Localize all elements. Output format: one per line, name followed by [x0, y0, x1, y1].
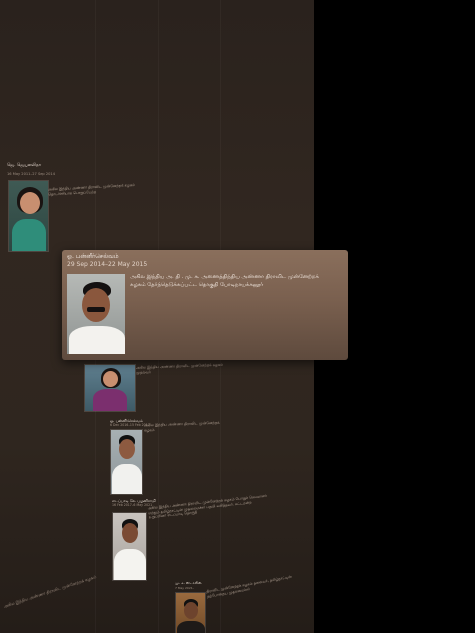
- portrait-photo[interactable]: [84, 364, 136, 412]
- card-date: 29 Sep 2014–22 May 2015: [67, 261, 148, 268]
- entry-date: 7 May 2021–: [175, 586, 195, 590]
- portrait-photo[interactable]: [8, 180, 49, 252]
- card-description: அகில இந்திய அ. தி . மு. க. அணைத்திந்திய …: [130, 274, 319, 288]
- entry-description: அகில இந்திய அண்ணா திராவிட முன்னேற்றக் கழ…: [147, 493, 268, 520]
- entry-description: அகில இந்திய அண்ணா திராவிட முன்னேற்றக் கழ…: [135, 362, 224, 375]
- detail-card[interactable]: ஓ. பன்னீர்செல்வம் 29 Sep 2014–22 May 201…: [62, 250, 348, 360]
- timeline-axis-label: அகில இந்திய அண்ணா திராவிட முன்னேற்றக் கழ…: [3, 574, 97, 609]
- entry-description: அகில இந்திய அண்ணா திராவிட முன்னேற்றக் கழ…: [143, 420, 220, 432]
- entry-date: 16 May 2011–27 Sep 2014: [7, 172, 56, 176]
- card-portrait-photo[interactable]: [67, 274, 125, 354]
- portrait-photo[interactable]: [175, 592, 206, 633]
- entry-date: 16 Feb 2017–6 May 2021: [112, 503, 153, 507]
- portrait-photo[interactable]: [110, 429, 143, 495]
- entry-name: ஜெ. ஜெயலலிதா: [7, 163, 41, 168]
- card-name: ஓ. பன்னீர்செல்வம்: [67, 253, 119, 260]
- portrait-photo[interactable]: [112, 512, 147, 581]
